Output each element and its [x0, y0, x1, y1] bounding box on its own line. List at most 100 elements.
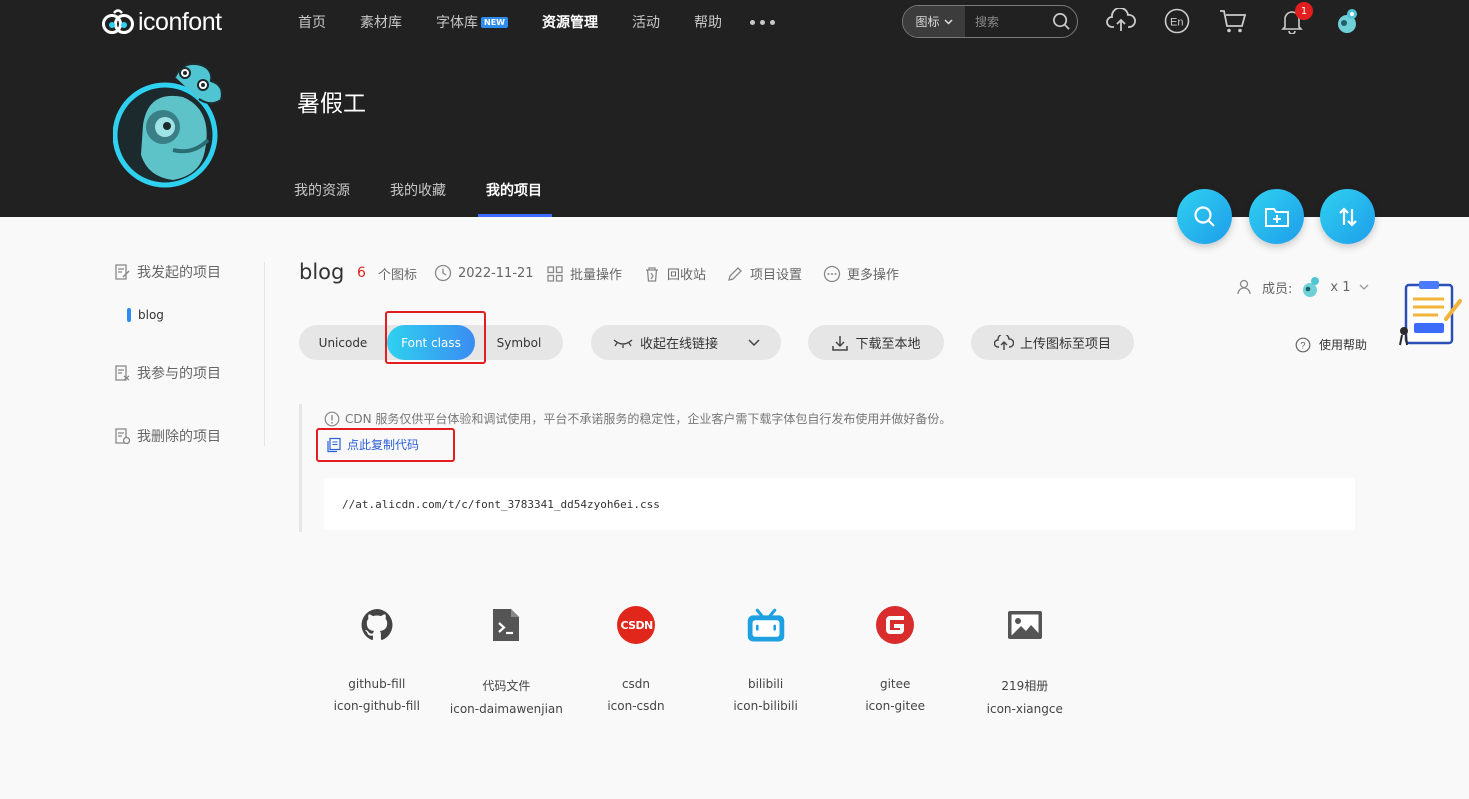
chevron-down-icon — [943, 18, 953, 25]
project-date: 2022-11-21 — [434, 264, 534, 282]
icon-card[interactable]: 219相册 icon-xiangce — [960, 600, 1090, 716]
nav-resources[interactable]: 资源管理 — [542, 12, 598, 32]
batch-operation-label: 批量操作 — [570, 268, 623, 283]
nav-fonts[interactable]: 字体库 NEW — [436, 12, 508, 32]
fab-new-folder-button[interactable] — [1249, 189, 1304, 244]
cdn-notice: CDN 服务仅供平台体验和调试使用，平台不承诺服务的稳定性，企业客户需下载字体包… — [324, 410, 951, 427]
icon-card[interactable]: CSDN csdn icon-csdn — [571, 600, 701, 716]
project-members[interactable]: 成员: x 1 — [1236, 275, 1369, 299]
cdn-notice-panel: CDN 服务仅供平台体验和调试使用，平台不承诺服务的稳定性，企业客户需下载字体包… — [299, 404, 1355, 532]
notification-count-badge: 1 — [1295, 2, 1313, 20]
clipboard-illustration-icon — [1399, 281, 1462, 346]
sidebar-deleted-projects[interactable]: 我删除的项目 — [113, 426, 221, 446]
profile-tabs: 我的资源 我的收藏 我的项目 — [294, 180, 582, 217]
sort-arrows-icon — [1338, 206, 1357, 227]
icon-card[interactable]: bilibili icon-bilibili — [701, 600, 831, 716]
highlight-box-copy-code — [316, 428, 455, 462]
usage-help-label: 使用帮助 — [1319, 338, 1368, 352]
deleted-doc-icon — [115, 428, 131, 445]
recycle-bin-label: 回收站 — [667, 268, 707, 283]
sidebar-project-blog[interactable]: blog — [127, 308, 164, 322]
csdn-icon: CSDN — [616, 600, 656, 650]
search-input[interactable] — [965, 14, 1045, 29]
photo-album-icon — [1005, 600, 1045, 650]
language-en-icon[interactable]: En — [1164, 8, 1190, 34]
feedback-widget[interactable] — [1398, 279, 1464, 347]
iconfont-logo[interactable]: iconfont — [102, 6, 222, 38]
icon-name: bilibili — [747, 677, 784, 691]
icon-class-name: icon-bilibili — [733, 699, 798, 713]
batch-operation-button[interactable]: 批量操作 — [546, 264, 622, 283]
mode-unicode[interactable]: Unicode — [299, 325, 387, 360]
sidebar-created-projects[interactable]: 我发起的项目 — [113, 262, 221, 282]
info-icon — [324, 411, 340, 426]
tab-my-resources[interactable]: 我的资源 — [294, 180, 350, 217]
pencil-icon — [728, 266, 742, 281]
tab-my-favorites[interactable]: 我的收藏 — [390, 180, 446, 217]
brand-name: iconfont — [138, 7, 222, 36]
fab-sort-button[interactable] — [1320, 189, 1375, 244]
collapse-online-link-label: 收起在线链接 — [639, 337, 718, 352]
edit-doc-icon — [115, 264, 130, 280]
project-sidebar: 我发起的项目 blog 我参与的项目 我删除的项目 — [113, 262, 265, 446]
download-icon — [832, 335, 849, 351]
cdn-link-code[interactable]: //at.alicdn.com/t/c/font_3783341_dd54zyo… — [324, 478, 1355, 530]
search-icon[interactable] — [1045, 12, 1077, 31]
nav-activity[interactable]: 活动 — [632, 12, 660, 32]
icon-card[interactable]: 代码文件 icon-daimawenjian — [442, 600, 572, 716]
search-type-select[interactable]: 图标 — [903, 6, 965, 37]
project-date-label: 2022-11-21 — [458, 265, 534, 281]
members-count: x 1 — [1330, 279, 1351, 295]
usage-help-link[interactable]: ? 使用帮助 — [1295, 336, 1367, 353]
nav-fonts-label: 字体库 — [436, 15, 478, 31]
fab-search-button[interactable] — [1177, 189, 1232, 244]
more-circle-icon — [823, 265, 841, 282]
upload-cloud-icon[interactable] — [1106, 8, 1136, 34]
mode-symbol[interactable]: Symbol — [475, 325, 563, 360]
search-box: 图标 — [902, 5, 1078, 38]
icon-count: 6 — [357, 265, 366, 281]
profile-avatar — [112, 55, 233, 190]
notification-bell-icon[interactable]: 1 — [1279, 2, 1313, 34]
project-settings-button[interactable]: 项目设置 — [726, 264, 802, 283]
member-avatar — [1303, 277, 1320, 297]
joined-doc-icon — [115, 365, 130, 381]
nav-home[interactable]: 首页 — [298, 12, 326, 32]
members-label: 成员: — [1262, 281, 1293, 297]
more-operations-label: 更多操作 — [847, 268, 900, 283]
user-avatar-small[interactable] — [1334, 6, 1362, 36]
more-operations-button[interactable]: 更多操作 — [823, 264, 899, 283]
active-indicator — [127, 308, 131, 322]
clock-icon — [434, 264, 452, 282]
icon-card[interactable]: github-fill icon-github-fill — [312, 600, 442, 716]
project-settings-label: 项目设置 — [750, 268, 803, 283]
icon-class-name: icon-daimawenjian — [449, 702, 563, 716]
tab-my-projects[interactable]: 我的项目 — [478, 180, 552, 217]
collapse-online-link-button[interactable]: 收起在线链接 — [591, 325, 781, 360]
upload-to-project-button[interactable]: 上传图标至项目 — [971, 325, 1134, 360]
chevron-down-icon — [1359, 284, 1368, 290]
code-file-icon — [486, 600, 526, 650]
members-icon — [1237, 279, 1251, 295]
download-local-button[interactable]: 下载至本地 — [808, 325, 944, 360]
icon-count-unit: 个图标 — [378, 264, 417, 283]
nav-help[interactable]: 帮助 — [694, 12, 722, 32]
sidebar-joined-label: 我参与的项目 — [137, 366, 221, 382]
upload-cloud-icon — [993, 334, 1014, 350]
icon-card[interactable]: gitee icon-gitee — [830, 600, 960, 716]
more-dots-icon[interactable] — [749, 19, 775, 25]
grid-icon — [547, 265, 563, 282]
recycle-bin-button[interactable]: 回收站 — [643, 264, 706, 283]
logo-mark-icon — [102, 9, 134, 34]
cart-icon[interactable] — [1218, 8, 1248, 34]
sidebar-deleted-label: 我删除的项目 — [137, 429, 221, 445]
download-local-label: 下载至本地 — [855, 337, 921, 352]
sidebar-created-label: 我发起的项目 — [137, 265, 221, 281]
icon-class-name: icon-github-fill — [333, 699, 420, 713]
sidebar-joined-projects[interactable]: 我参与的项目 — [113, 363, 221, 383]
add-folder-icon — [1264, 207, 1289, 227]
nav-materials[interactable]: 素材库 — [360, 12, 402, 32]
upload-to-project-label: 上传图标至项目 — [1019, 337, 1111, 352]
closed-eye-icon — [613, 338, 633, 348]
github-icon — [357, 600, 397, 650]
